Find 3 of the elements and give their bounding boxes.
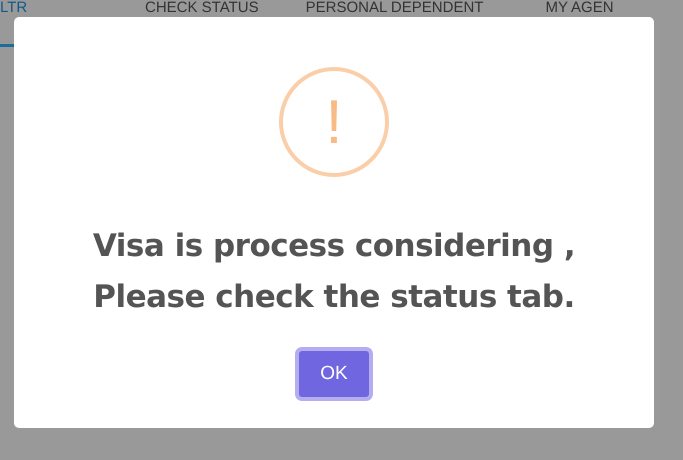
ok-button[interactable]: OK [295,347,373,401]
warning-icon: ! [279,67,389,177]
dialog-message: Visa is process considering , Please check the status tab. [92,227,576,317]
